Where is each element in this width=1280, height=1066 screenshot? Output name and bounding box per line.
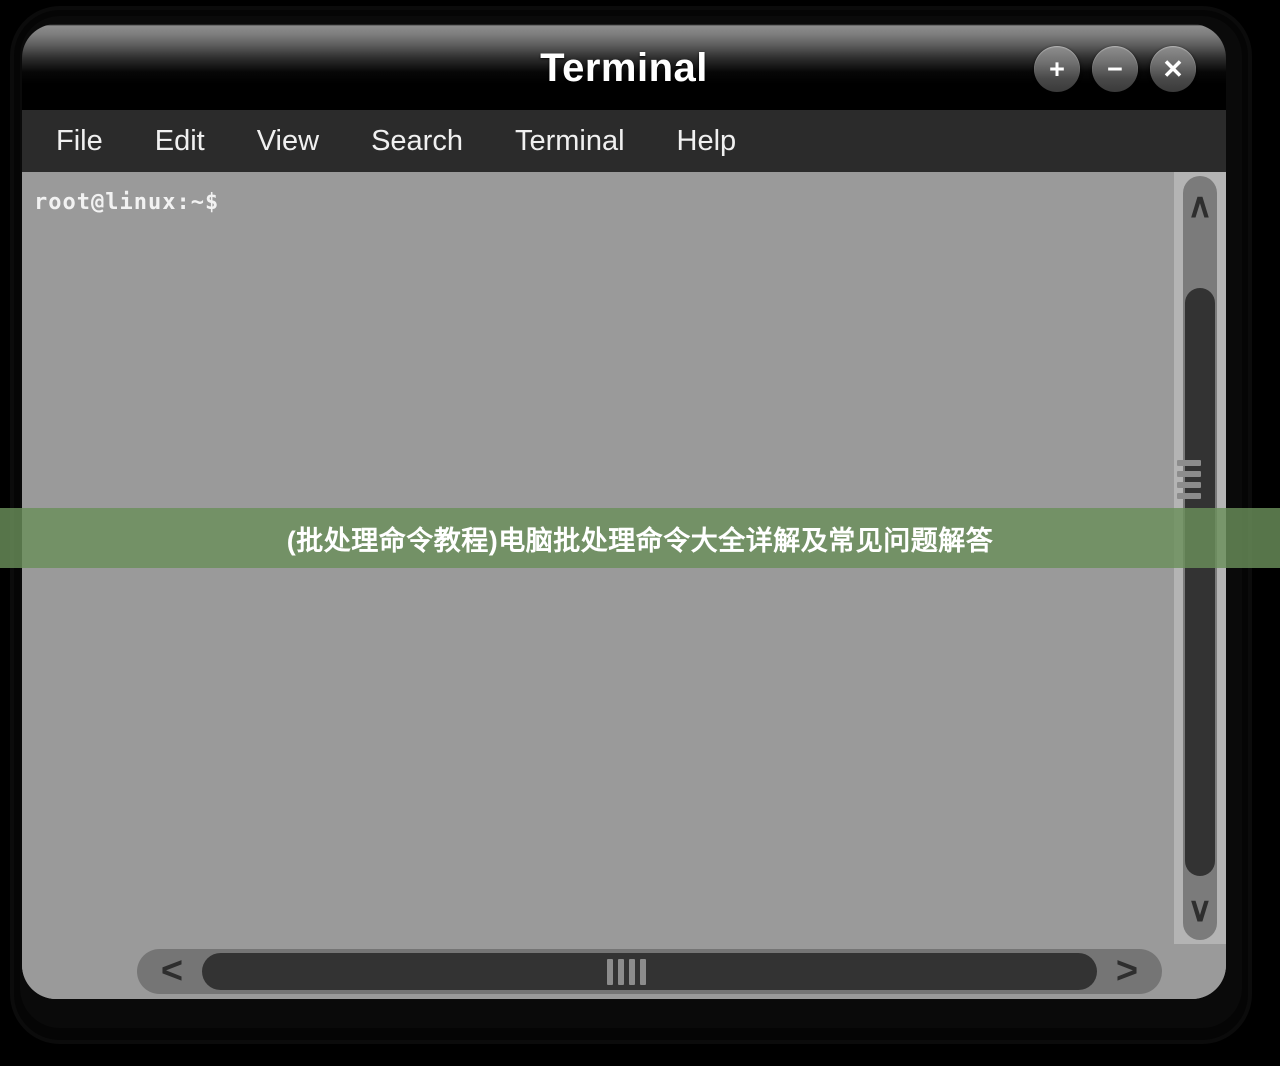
menu-item-terminal[interactable]: Terminal (515, 121, 651, 162)
horizontal-scrollbar-row: < > (22, 944, 1226, 999)
vertical-scrollbar[interactable]: ∧ ∨ (1174, 172, 1226, 944)
plus-icon: + (1049, 53, 1065, 84)
scroll-up-arrow-icon[interactable]: ∧ (1183, 178, 1217, 234)
vertical-scrollbar-thumb[interactable] (1185, 288, 1215, 876)
maximize-button[interactable]: + (1034, 46, 1080, 92)
menu-item-file[interactable]: File (56, 121, 129, 162)
close-button[interactable]: ✕ (1150, 46, 1196, 92)
terminal-window: Terminal + − ✕ File Edit View Search Ter… (22, 24, 1226, 999)
minus-icon: − (1107, 53, 1123, 84)
close-icon: ✕ (1162, 54, 1184, 84)
scroll-down-arrow-icon[interactable]: ∨ (1183, 882, 1217, 938)
terminal-prompt-line: root@linux:~$ (34, 190, 220, 215)
window-controls: + − ✕ (1034, 46, 1196, 92)
menu-item-edit[interactable]: Edit (155, 121, 231, 162)
screenshot-root: Terminal + − ✕ File Edit View Search Ter… (0, 0, 1280, 1066)
terminal-body[interactable]: root@linux:~$ ∧ ∨ < > (22, 172, 1226, 999)
horizontal-scrollbar[interactable]: < > (137, 949, 1162, 994)
scroll-right-arrow-icon[interactable]: > (1092, 949, 1162, 994)
menu-item-help[interactable]: Help (677, 121, 763, 162)
window-titlebar[interactable]: Terminal + − ✕ (22, 24, 1226, 110)
menu-item-search[interactable]: Search (371, 121, 489, 162)
menu-item-view[interactable]: View (257, 121, 345, 162)
minimize-button[interactable]: − (1092, 46, 1138, 92)
menubar: File Edit View Search Terminal Help (22, 110, 1226, 172)
scroll-left-arrow-icon[interactable]: < (137, 949, 207, 994)
horizontal-scrollbar-thumb[interactable] (202, 953, 1097, 990)
